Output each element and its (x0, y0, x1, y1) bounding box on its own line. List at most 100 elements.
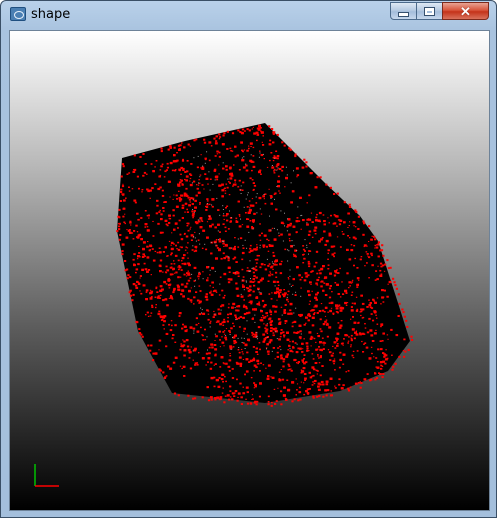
point (333, 274, 337, 277)
minimize-button[interactable] (390, 2, 417, 20)
point (150, 312, 153, 314)
point (300, 287, 302, 289)
point (312, 381, 314, 383)
point (151, 290, 154, 293)
point (181, 238, 183, 241)
maximize-icon (424, 6, 435, 16)
point (342, 353, 346, 356)
point (291, 190, 295, 193)
title-bar[interactable]: shape ✕ (1, 1, 496, 29)
point (313, 265, 316, 268)
wire-speck (262, 153, 264, 155)
point (324, 294, 328, 296)
point (204, 328, 206, 331)
point (380, 303, 382, 305)
point (173, 194, 175, 196)
point (306, 392, 310, 395)
wire-speck (223, 241, 225, 243)
point (250, 377, 253, 379)
point (237, 305, 241, 308)
point (292, 284, 294, 286)
point (238, 326, 241, 328)
point (327, 252, 329, 254)
maximize-button[interactable] (416, 2, 443, 20)
close-button[interactable]: ✕ (442, 2, 489, 20)
point (375, 246, 379, 249)
point (128, 190, 131, 192)
point (200, 300, 202, 303)
point (343, 201, 346, 204)
point (172, 214, 175, 217)
point (316, 370, 319, 372)
wire-speck (244, 348, 246, 349)
point (253, 284, 256, 287)
point (238, 225, 242, 228)
point (178, 268, 180, 271)
wire-speck (193, 332, 195, 334)
point (380, 325, 382, 328)
point (274, 402, 277, 405)
point (345, 292, 348, 294)
point (265, 347, 268, 349)
point (284, 248, 287, 251)
point (315, 362, 318, 364)
point (232, 183, 236, 186)
point (305, 390, 308, 393)
point (334, 282, 337, 284)
point (337, 293, 340, 295)
point (403, 338, 406, 341)
point (237, 275, 240, 277)
point (373, 332, 377, 335)
point (173, 260, 175, 262)
point (254, 248, 257, 251)
point (121, 250, 124, 253)
point (313, 382, 316, 385)
point (126, 173, 129, 175)
point (174, 356, 178, 359)
point (341, 231, 343, 233)
wire-speck (297, 206, 299, 208)
point (193, 349, 197, 352)
point (241, 149, 243, 151)
point (176, 284, 179, 287)
point (227, 257, 230, 260)
point (270, 376, 272, 378)
point (120, 188, 123, 191)
point (406, 325, 409, 328)
point (251, 169, 253, 172)
point (382, 296, 385, 298)
point (164, 246, 167, 249)
wire-speck (245, 198, 247, 200)
wire-speck (256, 332, 258, 334)
wire-speck (273, 227, 275, 229)
point (176, 198, 179, 200)
point (368, 241, 370, 242)
point (350, 318, 352, 320)
wire-speck (271, 165, 273, 166)
point (144, 268, 148, 271)
point (268, 125, 271, 128)
point (142, 241, 146, 244)
wire-speck (245, 281, 247, 283)
point (235, 217, 238, 219)
point (256, 133, 260, 136)
point (224, 192, 227, 194)
point (370, 346, 373, 348)
point (272, 347, 275, 349)
point (264, 193, 267, 195)
point (206, 266, 209, 269)
point (241, 224, 244, 226)
point (159, 297, 161, 299)
point (224, 226, 227, 229)
app-window-icon[interactable] (10, 7, 26, 21)
wire-speck (194, 237, 196, 239)
point (321, 237, 324, 239)
point (159, 315, 163, 319)
point (123, 208, 125, 210)
point (149, 244, 152, 247)
3d-viewport[interactable] (9, 30, 490, 511)
point (224, 395, 227, 397)
wire-speck (214, 270, 216, 272)
point (181, 204, 184, 207)
point (360, 294, 363, 297)
